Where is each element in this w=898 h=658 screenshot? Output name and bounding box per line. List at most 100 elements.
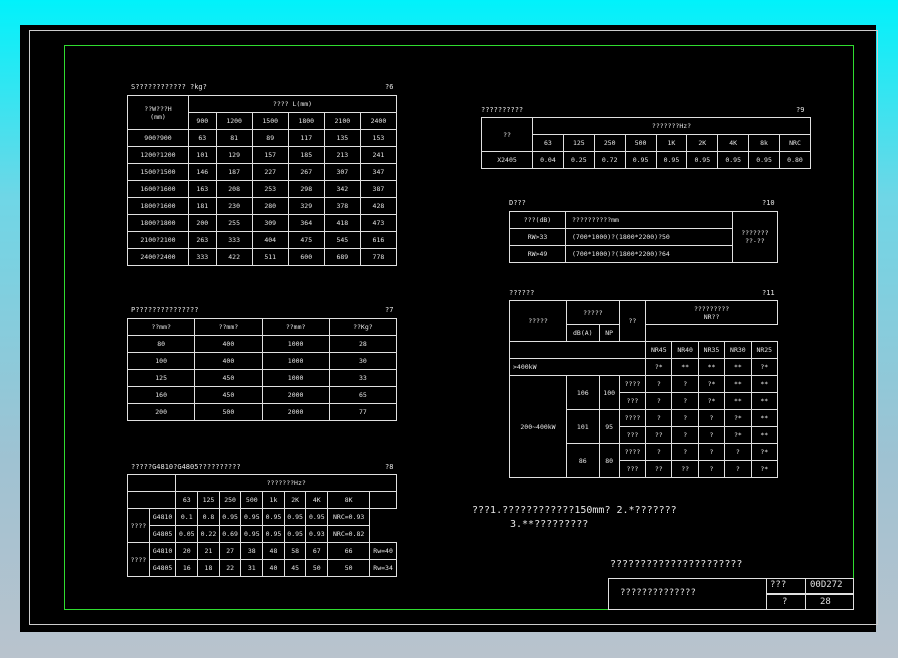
table-cell: NP <box>598 324 620 342</box>
table-cell: 307 <box>323 163 361 181</box>
table-cell: ?? <box>481 117 533 152</box>
table-cell: 213 <box>323 146 361 164</box>
table-cell: 230 <box>215 197 253 215</box>
table-cell: G4810 <box>148 542 177 560</box>
table-row: 100 400 1000 30 <box>126 352 398 370</box>
table-cell: 8k <box>748 134 780 152</box>
table-cell: 0.95 <box>748 151 780 169</box>
table-cell: ** <box>697 358 726 376</box>
table-cell: 63 <box>188 129 217 147</box>
table7-title: P??????????????? <box>131 306 199 314</box>
table-cell: 309 <box>251 214 289 232</box>
table10: ???(dB) ??????????mm??????? ??-?? RW>33 (700… <box>509 211 779 263</box>
table-cell: 185 <box>287 146 325 164</box>
table-cell: ???????Hz? <box>532 117 811 135</box>
title-block-key2: ? <box>782 597 788 607</box>
table-cell: ? <box>645 409 673 427</box>
table-cell: 0.72 <box>593 151 626 169</box>
table-cell: 1k <box>262 491 285 509</box>
table-cell: 200 <box>126 403 196 421</box>
table-cell: 67 <box>305 542 329 560</box>
table-row: G4805 0.05 0.22 0.69 0.95 0.95 0.95 0.93 NRC=0.8… <box>128 525 397 543</box>
table10-note: ??????? ??-?? <box>731 211 779 263</box>
table-cell: 0.95 <box>305 508 329 526</box>
table-cell: 333 <box>188 248 217 266</box>
table-cell: 1000 <box>261 352 330 370</box>
table7-number: ?7 <box>385 306 394 314</box>
table-cell: 900 <box>188 112 217 130</box>
table-row: 1200?1200 101 129 157 185 213 241 <box>127 146 398 164</box>
table-cell: ?* <box>750 460 779 478</box>
table-cell: 0.95 <box>262 508 285 526</box>
table-cell: ???? <box>127 508 150 543</box>
table-cell: ? <box>724 460 752 478</box>
table-cell: 2400 <box>359 112 398 130</box>
table-cell: 475 <box>287 231 325 249</box>
table-cell: ????? <box>566 300 620 325</box>
table-row: >400kW ?* ** ** ** ?* <box>508 358 779 376</box>
table-cell: 89 <box>251 129 289 147</box>
table-cell: ?* <box>750 443 779 461</box>
table-cell: 1800?1600 <box>127 197 189 215</box>
table-row: 63 125 250 500 1k 2K 4K 8K <box>126 491 397 509</box>
table-row: 1800?1600 181 230 280 329 378 428 <box>127 197 398 215</box>
table-cell: ?* <box>697 392 726 410</box>
table-cell: 0.1 <box>175 508 199 526</box>
table-cell: 0.95 <box>624 151 657 169</box>
table-cell: ???(dB) <box>509 211 566 229</box>
table11: ????????????????????? NR?? dB(A) NP NR45 NR40… <box>508 300 779 478</box>
table6-title: S???????????? ?kg? <box>131 83 207 91</box>
table-cell: 689 <box>323 248 361 266</box>
page-number: 28 <box>820 597 831 607</box>
table-cell: NR40 <box>671 341 699 359</box>
table10-number: ?10 <box>762 199 775 207</box>
table-row: 125 450 1000 33 <box>126 369 398 387</box>
table8: ???????Hz? 63 125 250 500 1k 2K 4K 8K???? G4810 0.… <box>126 474 397 577</box>
table-row: ???? G4810 0.1 0.8 0.95 0.95 0.95 0.95 0.95 NRC=0… <box>127 508 397 543</box>
table-cell: 187 <box>215 163 253 181</box>
table-cell: ??? <box>618 426 647 444</box>
table-cell: 298 <box>287 180 325 198</box>
table-cell: 263 <box>188 231 217 249</box>
table-cell: ???? <box>618 409 647 427</box>
table-row: 900?900 63 81 89 117 135 153 <box>127 129 398 147</box>
table9-number: ?9 <box>796 106 805 114</box>
table-cell <box>126 491 177 509</box>
table-cell: 20 <box>175 542 199 560</box>
table-cell: 58 <box>283 542 307 560</box>
table-cell: 250 <box>218 491 242 509</box>
table-cell: 153 <box>359 129 398 147</box>
table6: ??W???H (mm) ???? L(mm) 900 1200 1500 1800 21… <box>127 95 398 266</box>
table11-nr-header: ????????? NR?? <box>645 300 778 325</box>
table-row: 1500?1500 146 187 227 267 307 347 <box>127 163 398 181</box>
table-cell: 600 <box>287 248 325 266</box>
table-cell: 2K <box>283 491 307 509</box>
table-row: 160 450 2000 65 <box>126 386 398 404</box>
table-cell: ????? <box>509 300 567 342</box>
table8-number: ?8 <box>385 463 394 471</box>
table-cell: 200~400kW <box>509 375 567 478</box>
table-cell: (700*1000)?(1800*2200)?50 <box>565 228 733 246</box>
table-row: 200 500 2000 77 <box>126 403 398 421</box>
table7: ??mm? ??mm? ??mm? ??Kg? 80 400 1000 28 100 400 100… <box>126 318 398 421</box>
table-cell: 2100 <box>323 112 361 130</box>
table-cell: ** <box>724 392 752 410</box>
table-cell: ?? <box>645 426 673 444</box>
table-cell: 22 <box>218 559 242 577</box>
table-cell: ** <box>750 375 779 393</box>
table-cell: 106 <box>566 375 600 410</box>
table-cell: 63 <box>532 134 564 152</box>
table-cell: 129 <box>215 146 253 164</box>
table-cell: 400 <box>194 352 263 370</box>
table-cell: 0.95 <box>717 151 750 169</box>
table-cell: ???????Hz? <box>175 474 397 492</box>
table-cell: 500 <box>240 491 264 509</box>
table-cell: 0.95 <box>240 508 264 526</box>
table-cell: 347 <box>359 163 398 181</box>
table-row: ??mm? ??mm? ??mm? ??Kg? <box>126 318 398 336</box>
table9: ?? ???????Hz? 63 125 250 500 1K 2K 4K 8k NRC X2405 0… <box>481 117 811 169</box>
table-cell: 100 <box>598 375 620 410</box>
table-cell: 404 <box>251 231 289 249</box>
table-cell: 1800 <box>287 112 325 130</box>
table-cell: 30 <box>328 352 398 370</box>
